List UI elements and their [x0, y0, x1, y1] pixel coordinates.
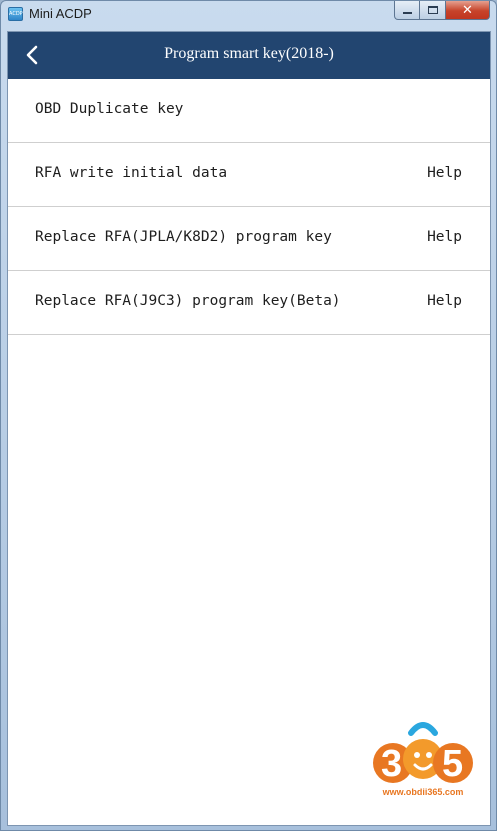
- close-button[interactable]: ✕: [446, 1, 490, 20]
- help-link[interactable]: Help: [427, 165, 462, 181]
- menu-item-label: Replace RFA(JPLA/K8D2) program key: [35, 229, 332, 245]
- page-header: Program smart key(2018-): [8, 32, 490, 79]
- watermark-logo: 3 6 5 www.obdii365.com: [371, 719, 475, 801]
- watermark-url: www.obdii365.com: [382, 787, 464, 797]
- app-window: ACDP Mini ACDP ✕ Program smart key(2018-…: [0, 0, 497, 831]
- help-link[interactable]: Help: [427, 229, 462, 245]
- maximize-icon: [427, 6, 438, 14]
- menu-item-label: OBD Duplicate key: [35, 101, 184, 117]
- chevron-left-icon: [26, 45, 38, 65]
- maximize-button[interactable]: [420, 1, 446, 20]
- minimize-button[interactable]: [394, 1, 420, 20]
- app-icon: ACDP: [8, 7, 23, 21]
- menu-item-label: RFA write initial data: [35, 165, 228, 181]
- watermark-digits: 3 6 5: [381, 743, 464, 785]
- menu-item-replace-rfa-j9c3[interactable]: Replace RFA(J9C3) program key(Beta) Help: [8, 271, 490, 335]
- window-controls: ✕: [394, 1, 490, 20]
- window-titlebar[interactable]: ACDP Mini ACDP ✕: [1, 1, 496, 27]
- app-content: Program smart key(2018-) OBD Duplicate k…: [7, 31, 491, 826]
- close-icon: ✕: [462, 2, 473, 18]
- menu-item-rfa-write-initial-data[interactable]: RFA write initial data Help: [8, 143, 490, 207]
- menu-item-obd-duplicate-key[interactable]: OBD Duplicate key: [8, 79, 490, 143]
- menu-item-replace-rfa-jpla-k8d2[interactable]: Replace RFA(JPLA/K8D2) program key Help: [8, 207, 490, 271]
- help-link[interactable]: Help: [427, 293, 462, 309]
- menu-list: OBD Duplicate key RFA write initial data…: [8, 79, 490, 335]
- back-button[interactable]: [18, 41, 46, 69]
- window-title: Mini ACDP: [29, 6, 92, 21]
- minimize-icon: [402, 12, 412, 14]
- menu-item-label: Replace RFA(J9C3) program key(Beta): [35, 293, 341, 309]
- page-title: Program smart key(2018-): [164, 45, 334, 62]
